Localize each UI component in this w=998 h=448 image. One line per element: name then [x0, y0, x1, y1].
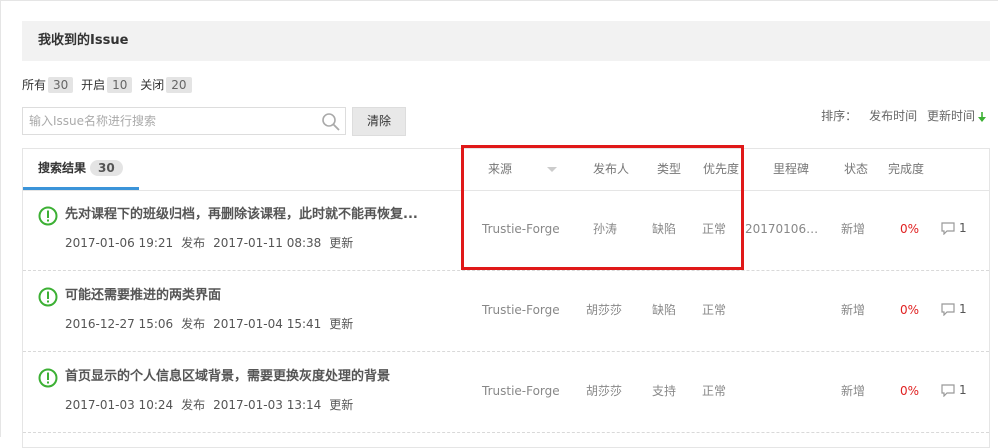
published-time: 2017-01-03 10:24 — [65, 398, 174, 412]
published-time: 2017-01-06 19:21 — [65, 236, 174, 250]
filter-closed[interactable]: 关闭 20 — [140, 76, 193, 94]
open-issue-icon — [38, 206, 58, 226]
issue-comments[interactable]: 1 — [941, 301, 967, 317]
issue-priority: 正常 — [702, 384, 727, 398]
updated-label: 更新 — [329, 398, 354, 412]
issue-source: Trustie-Forge — [482, 303, 560, 317]
column-priority: 优先度 — [703, 162, 740, 176]
issue-priority: 正常 — [702, 222, 727, 236]
updated-time: 2017-01-03 13:14 — [213, 398, 322, 412]
filter-closed-count: 20 — [166, 77, 192, 93]
filter-row: 所有 30 开启 10 关闭 20 — [22, 76, 196, 94]
issue-status: 新增 — [841, 222, 866, 236]
issue-row: 先对课程下的班级归档，再删除该课程，此时就不能再恢复... 2017-01-06… — [23, 190, 989, 271]
issue-type: 支持 — [652, 384, 677, 398]
source-dropdown-icon[interactable] — [547, 167, 557, 172]
sort-by-publish[interactable]: 发布时间 — [869, 109, 917, 123]
issue-title[interactable]: 首页显示的个人信息区域背景，需要更换灰度处理的背景 — [65, 368, 455, 386]
issue-author: 胡莎莎 — [586, 303, 623, 317]
column-milestone: 里程碑 — [773, 162, 810, 176]
left-border — [0, 0, 1, 437]
filter-open-label: 开启 — [81, 78, 106, 92]
sort-label: 排序： — [821, 109, 858, 123]
open-issue-icon — [38, 368, 58, 388]
filter-all[interactable]: 所有 30 — [22, 76, 75, 94]
column-source[interactable]: 来源 — [488, 161, 512, 177]
filter-all-count: 30 — [48, 77, 74, 93]
issue-milestone: 20170106周... — [745, 222, 827, 236]
issue-status: 新增 — [841, 303, 866, 317]
issue-author: 胡莎莎 — [586, 384, 623, 398]
issue-status: 新增 — [841, 384, 866, 398]
published-label: 发布 — [181, 317, 206, 331]
issue-list-panel: 搜索结果 30 来源 发布人 类型 优先度 里程碑 状态 完成度 先对课程下的班级… — [22, 148, 990, 448]
column-author: 发布人 — [593, 162, 630, 176]
issue-comments[interactable]: 1 — [941, 220, 967, 236]
comment-icon — [941, 303, 955, 317]
issue-source: Trustie-Forge — [482, 384, 560, 398]
column-status: 状态 — [844, 162, 869, 176]
issue-type: 缺陷 — [652, 222, 677, 236]
issue-meta: 2017-01-06 19:21 发布 2017-01-11 08:38 更新 — [65, 235, 361, 251]
comment-count: 1 — [959, 302, 967, 316]
column-done: 完成度 — [888, 162, 925, 176]
sort-by-update[interactable]: 更新时间 — [927, 109, 986, 123]
published-time: 2016-12-27 15:06 — [65, 317, 174, 331]
search-box — [22, 107, 346, 135]
search-input[interactable] — [23, 108, 325, 134]
updated-label: 更新 — [329, 236, 354, 250]
sort-area: 排序： 发布时间 更新时间 — [821, 108, 986, 124]
open-issue-icon — [38, 287, 58, 307]
sort-by-update-label: 更新时间 — [926, 109, 975, 123]
issue-done: 0% — [900, 384, 920, 398]
filter-all-label: 所有 — [22, 78, 47, 92]
filter-open[interactable]: 开启 10 — [81, 76, 134, 94]
clear-button[interactable]: 清除 — [352, 107, 406, 136]
filter-closed-label: 关闭 — [140, 78, 165, 92]
column-type: 类型 — [657, 162, 682, 176]
issue-title[interactable]: 先对课程下的班级归档，再删除该课程，此时就不能再恢复... — [65, 206, 455, 224]
issue-title[interactable]: 可能还需要推进的两类界面 — [65, 287, 455, 305]
comment-count: 1 — [959, 383, 967, 397]
filter-open-count: 10 — [107, 77, 133, 93]
tab-label: 搜索结果 — [38, 161, 87, 175]
updated-time: 2017-01-04 15:41 — [213, 317, 322, 331]
comment-icon — [941, 222, 955, 236]
list-header: 搜索结果 30 来源 发布人 类型 优先度 里程碑 状态 完成度 — [23, 149, 989, 191]
published-label: 发布 — [181, 236, 206, 250]
issue-comments[interactable]: 1 — [941, 382, 967, 398]
issue-type: 缺陷 — [652, 303, 677, 317]
issue-meta: 2016-12-27 15:06 发布 2017-01-04 15:41 更新 — [65, 316, 361, 332]
top-border — [0, 0, 998, 1]
updated-time: 2017-01-11 08:38 — [213, 236, 322, 250]
issue-author: 孙涛 — [593, 222, 618, 236]
page-title: 我收到的Issue — [22, 21, 990, 61]
comment-count: 1 — [959, 221, 967, 235]
comment-icon — [941, 384, 955, 398]
updated-label: 更新 — [329, 317, 354, 331]
published-label: 发布 — [181, 398, 206, 412]
tab-count: 30 — [90, 160, 123, 176]
issue-meta: 2017-01-03 10:24 发布 2017-01-03 13:14 更新 — [65, 397, 361, 413]
issue-priority: 正常 — [702, 303, 727, 317]
arrow-down-icon — [978, 111, 986, 122]
issue-source: Trustie-Forge — [482, 222, 560, 236]
issue-done: 0% — [900, 222, 920, 236]
issue-row: 首页显示的个人信息区域背景，需要更换灰度处理的背景 2017-01-03 10:… — [23, 352, 989, 433]
search-icon[interactable] — [321, 112, 341, 132]
issue-row: 可能还需要推进的两类界面 2016-12-27 15:06 发布 2017-01-0… — [23, 271, 989, 352]
tab-search-results[interactable]: 搜索结果 30 — [23, 149, 139, 190]
issue-done: 0% — [900, 303, 920, 317]
